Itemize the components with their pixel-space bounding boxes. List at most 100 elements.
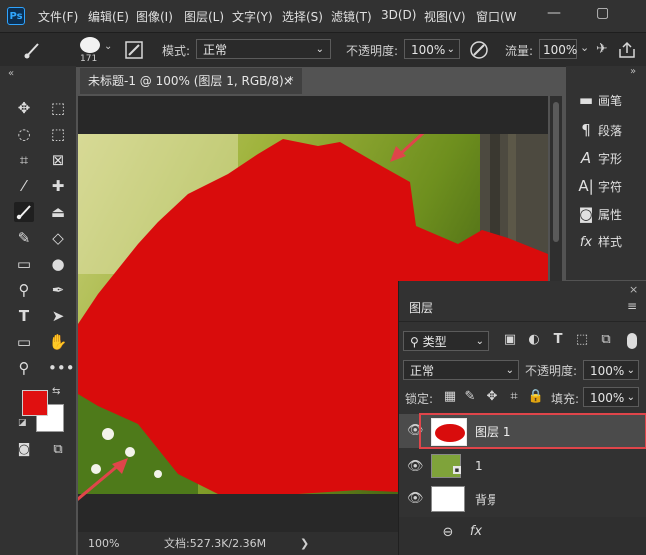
panel-properties[interactable]: ◙ 属性 <box>574 202 644 226</box>
swap-colors-icon[interactable]: ⇆ <box>52 386 60 397</box>
filter-type-icon[interactable]: T <box>549 332 567 347</box>
quick-mask-icon[interactable]: ◙ <box>14 440 34 460</box>
zoom-level[interactable]: 100% <box>88 532 119 555</box>
frame-tool-icon[interactable]: ⊠ <box>48 150 68 170</box>
document-tab[interactable]: 未标题-1 @ 100% (图层 1, RGB/8) * × <box>80 68 302 94</box>
airbrush-icon[interactable]: ✈ <box>596 41 608 57</box>
filter-toggle[interactable] <box>627 333 637 349</box>
more-tools-icon[interactable]: ••• <box>48 358 75 378</box>
panel-character[interactable]: A 字形 <box>574 146 644 170</box>
brush-tool-icon[interactable] <box>22 41 44 59</box>
tab-strip <box>302 68 566 94</box>
zoom-tool-icon[interactable]: ⚲ <box>14 358 34 378</box>
brush-tool-icon[interactable] <box>14 202 34 222</box>
eyedropper-tool-icon[interactable]: ⁄ <box>14 176 34 196</box>
layer-opacity-field[interactable]: 100% ⌄ <box>583 360 639 380</box>
screen-mode-icon[interactable]: ⧉ <box>48 440 68 460</box>
layer-opacity-label: 不透明度: <box>525 364 578 378</box>
menu-filter[interactable]: 滤镜(T) <box>331 8 372 25</box>
brush-settings-icon[interactable] <box>125 41 143 59</box>
stamp-tool-icon[interactable]: ⏏ <box>48 202 68 222</box>
lock-transparent-icon[interactable]: ▦ <box>441 389 459 404</box>
pen-tool-icon[interactable]: ✒ <box>48 280 68 300</box>
layer-name[interactable]: 1 <box>475 459 483 473</box>
fx-icon[interactable]: fx <box>467 524 485 539</box>
panel-styles[interactable]: fx 样式 <box>574 230 644 254</box>
layer-opacity-value: 100% <box>590 364 625 378</box>
filter-pixel-icon[interactable]: ▣ <box>501 332 519 347</box>
menu-edit[interactable]: 编辑(E) <box>88 8 129 25</box>
panel-paragraph[interactable]: ¶ 段落 <box>574 118 644 142</box>
move-tool-icon[interactable]: ✥ <box>14 98 34 118</box>
menu-select[interactable]: 选择(S) <box>282 8 323 25</box>
mode-select[interactable]: 正常 ⌄ <box>196 39 331 59</box>
minimize-button[interactable]: — <box>547 5 561 21</box>
brush-size-label: 171 <box>80 54 98 64</box>
visibility-eye-icon[interactable]: 👁 <box>407 459 424 474</box>
chevron-down-icon[interactable]: ⌄ <box>580 41 589 54</box>
link-layers-icon[interactable]: ⊖ <box>439 525 457 540</box>
foreground-color-swatch[interactable] <box>22 390 48 416</box>
object-select-tool-icon[interactable]: ⬚ <box>48 124 68 144</box>
chevron-down-icon: ⌄ <box>315 44 324 55</box>
rectangle-tool-icon[interactable]: ▭ <box>14 332 34 352</box>
gradient-tool-icon[interactable]: ▭ <box>14 254 34 274</box>
path-selection-tool-icon[interactable]: ➤ <box>48 306 68 326</box>
menu-view[interactable]: 视图(V) <box>424 8 466 25</box>
type-tool-icon[interactable]: T <box>14 306 34 326</box>
panel-glyphs[interactable]: A| 字符 <box>574 174 644 198</box>
chevron-down-icon[interactable]: ⌄ <box>104 41 112 52</box>
visibility-eye-icon[interactable]: 👁 <box>407 491 424 506</box>
share-icon[interactable] <box>618 41 636 59</box>
flow-field[interactable]: 100% <box>539 39 577 59</box>
filter-shape-icon[interactable]: ⬚ <box>573 332 591 347</box>
pressure-opacity-icon[interactable] <box>469 40 489 60</box>
marquee-tool-icon[interactable]: ⬚ <box>48 98 68 118</box>
lasso-tool-icon[interactable]: ◌ <box>14 124 34 144</box>
menu-image[interactable]: 图像(I) <box>136 8 173 25</box>
healing-brush-tool-icon[interactable]: ✚ <box>48 176 68 196</box>
history-brush-tool-icon[interactable]: ✎ <box>14 228 34 248</box>
crop-tool-icon[interactable]: ⌗ <box>14 150 34 170</box>
layers-panel: × 图层 ≡ ⚲ 类型 ⌄ ▣ ◐ T ⬚ ⧉ 正常 ⌄ 不透明度: 100% … <box>398 281 646 555</box>
character-icon: A <box>580 149 592 167</box>
menu-layer[interactable]: 图层(L) <box>184 8 224 25</box>
brush-preset-icon[interactable] <box>78 35 102 55</box>
lock-all-icon[interactable]: 🔒 <box>527 389 545 404</box>
options-bar: 171 ⌄ 模式: 正常 ⌄ 不透明度: 100% ⌄ 流量: 100% ⌄ ✈ <box>0 32 646 67</box>
layer-row-3[interactable]: 👁 背景 <box>399 482 646 516</box>
lock-artboard-icon[interactable]: ⌗ <box>505 389 523 404</box>
lock-label: 锁定: <box>405 392 434 406</box>
menu-window[interactable]: 窗口(W <box>476 8 517 25</box>
panel-brush[interactable]: ▬ 画笔 <box>574 88 644 112</box>
status-menu-arrow[interactable]: ❯ <box>300 532 309 555</box>
dodge-tool-icon[interactable]: ⚲ <box>14 280 34 300</box>
fill-field[interactable]: 100% ⌄ <box>583 387 639 407</box>
default-colors-icon[interactable]: ◪ <box>18 418 27 428</box>
close-tab-icon[interactable]: × <box>283 68 293 94</box>
eraser-tool-icon[interactable]: ◇ <box>48 228 68 248</box>
layer-name[interactable]: 背景 <box>475 491 495 508</box>
blur-tool-icon[interactable]: ● <box>48 254 68 274</box>
menu-file[interactable]: 文件(F) <box>38 8 78 25</box>
hand-tool-icon[interactable]: ✋ <box>48 332 68 352</box>
vertical-scrollbar[interactable] <box>550 96 562 286</box>
layer-row-2[interactable]: 👁 ▪ 1 <box>399 450 646 484</box>
scrollbar-thumb[interactable] <box>553 102 559 242</box>
layer-filter-select[interactable]: ⚲ 类型 ⌄ <box>403 331 489 351</box>
filter-smart-object-icon[interactable]: ⧉ <box>597 332 615 347</box>
lock-position-icon[interactable]: ✥ <box>483 389 501 404</box>
menu-type[interactable]: 文字(Y) <box>232 8 273 25</box>
maximize-button[interactable]: ▢ <box>596 5 609 21</box>
layers-panel-title[interactable]: 图层 <box>409 299 433 316</box>
close-panel-icon[interactable]: × <box>629 283 638 296</box>
lock-image-icon[interactable]: ✎ <box>461 389 479 404</box>
opacity-field[interactable]: 100% ⌄ <box>404 39 460 59</box>
blend-mode-select[interactable]: 正常 ⌄ <box>403 360 519 380</box>
panel-menu-icon[interactable]: ≡ <box>627 299 637 313</box>
expand-icon[interactable]: » <box>630 66 636 77</box>
filter-adjustment-icon[interactable]: ◐ <box>525 332 543 347</box>
layer-thumbnail <box>431 486 465 512</box>
menu-3d[interactable]: 3D(D) <box>381 8 416 22</box>
collapse-icon[interactable]: « <box>8 68 14 79</box>
